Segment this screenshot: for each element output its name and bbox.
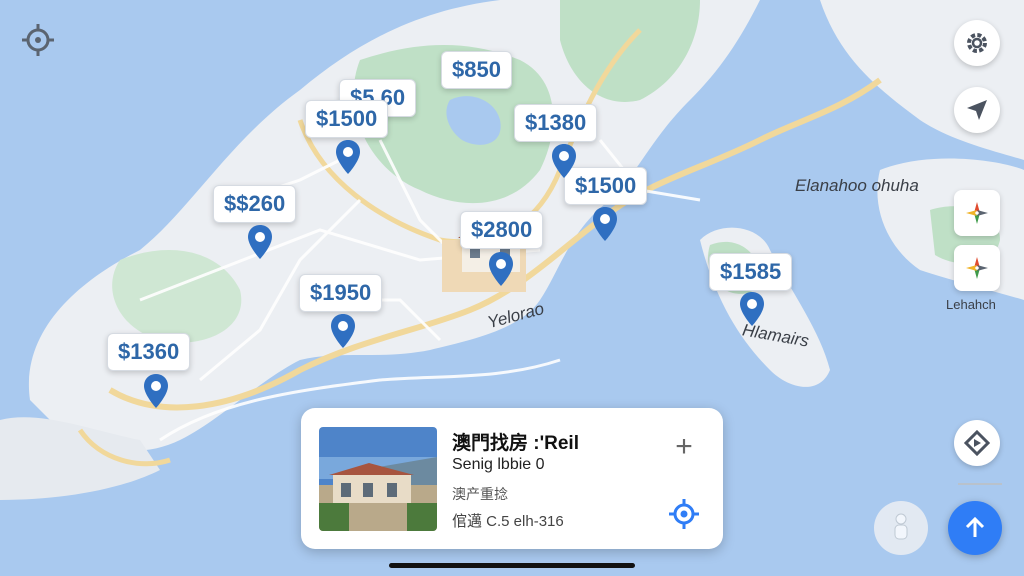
person-icon <box>894 513 908 540</box>
home-indicator[interactable] <box>389 563 635 568</box>
gear-icon <box>967 33 987 53</box>
listing-card[interactable]: 澳門找房 :'Reil Senig lbbie 0 澳产重捻 倌邁 C.5 el… <box>301 408 723 549</box>
compass-icon <box>966 257 988 279</box>
price-tag[interactable]: $2800 <box>460 211 544 249</box>
listing-title: 澳門找房 :'Reil <box>452 433 579 454</box>
map-pin-icon[interactable] <box>552 144 576 178</box>
price-tag[interactable]: $1500 <box>564 167 648 205</box>
location-target-icon[interactable] <box>668 498 700 530</box>
plus-icon[interactable]: + <box>669 432 699 462</box>
price-tag[interactable]: $1380 <box>514 104 598 142</box>
price-tag[interactable]: $1585 <box>709 253 793 291</box>
navigation-arrow-icon <box>967 100 987 120</box>
compass-icon <box>966 202 988 224</box>
navigate-button[interactable] <box>954 87 1000 133</box>
map-pin-icon[interactable] <box>740 292 764 326</box>
price-tag[interactable]: $1500 <box>305 100 389 138</box>
price-tag[interactable]: $1950 <box>299 274 383 312</box>
map-label-side: Lehahch <box>946 297 996 312</box>
controls-divider <box>958 483 1002 485</box>
layers-button[interactable] <box>954 420 1000 466</box>
street-view-button[interactable] <box>874 501 928 555</box>
map-pin-icon[interactable] <box>144 374 168 408</box>
locate-target-icon[interactable] <box>22 24 54 56</box>
compass-button[interactable] <box>954 190 1000 236</box>
price-tag[interactable]: $1360 <box>107 333 191 371</box>
listing-photo[interactable] <box>319 427 437 531</box>
listing-detail: 倌邁 C.5 elh-316 <box>452 513 564 530</box>
navigation-diamond-icon <box>964 430 990 456</box>
map-pin-icon[interactable] <box>248 225 272 259</box>
listing-category: 澳产重捻 <box>452 486 508 502</box>
map-pin-icon[interactable] <box>336 140 360 174</box>
listing-subtitle: Senig lbbie 0 <box>452 456 545 473</box>
settings-button[interactable] <box>954 20 1000 66</box>
map-pin-icon[interactable] <box>489 252 513 286</box>
map-label-district-east: Elanahoo ohuha <box>795 176 919 195</box>
map-pin-icon[interactable] <box>593 207 617 241</box>
upload-button[interactable] <box>948 501 1002 555</box>
price-tag[interactable]: $850 <box>441 51 512 89</box>
compass-button[interactable] <box>954 245 1000 291</box>
arrow-up-icon <box>965 516 985 537</box>
price-tag[interactable]: $$260 <box>213 185 297 223</box>
map-pin-icon[interactable] <box>331 314 355 348</box>
